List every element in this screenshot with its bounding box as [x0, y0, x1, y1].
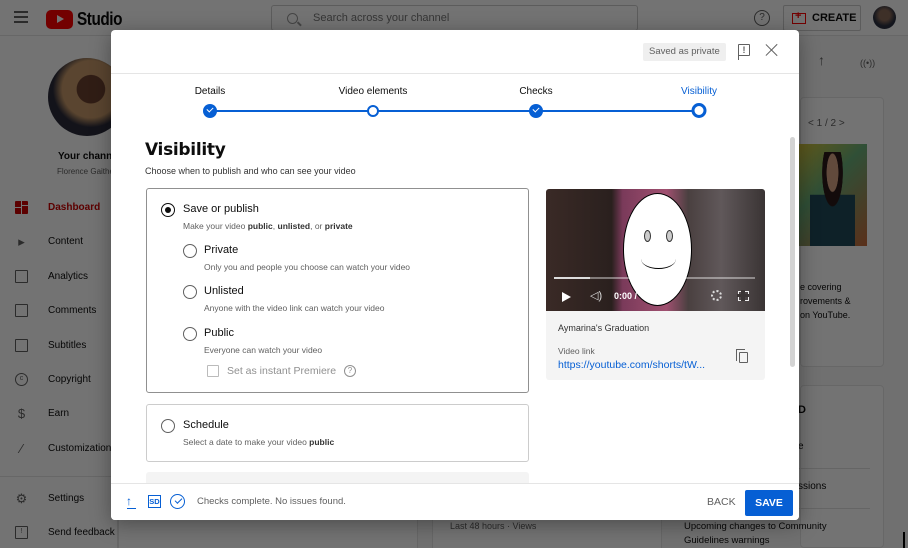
- save-or-publish-desc: Make your video public, unlisted, or pri…: [183, 221, 353, 231]
- checks-status: Checks complete. No issues found.: [197, 496, 346, 507]
- video-player[interactable]: ◁) 0:00 /: [546, 189, 765, 311]
- next-section-box: [146, 472, 529, 483]
- unlisted-desc: Anyone with the video link can watch you…: [204, 303, 385, 313]
- content-scrollbar[interactable]: [790, 137, 795, 367]
- save-or-publish-box: Save or publish Make your video public, …: [146, 188, 529, 393]
- fullscreen-icon[interactable]: [737, 290, 749, 301]
- upload-dialog: Saved as private ! Details Video element…: [111, 30, 799, 520]
- dialog-footer: ↑ SD Checks complete. No issues found. B…: [111, 483, 799, 520]
- save-or-publish-title: Save or publish: [183, 203, 259, 215]
- video-progress-fill: [554, 277, 591, 279]
- settings-gear-icon[interactable]: [711, 290, 722, 301]
- video-progress-bar[interactable]: [554, 277, 755, 279]
- smile: [641, 249, 676, 269]
- page-subtitle: Choose when to publish and who can see y…: [145, 166, 356, 176]
- saved-status-badge: Saved as private: [643, 43, 726, 61]
- schedule-radio[interactable]: [161, 419, 175, 433]
- play-icon[interactable]: [562, 292, 571, 302]
- step-details-check-icon[interactable]: [203, 104, 217, 118]
- private-radio[interactable]: [183, 244, 197, 258]
- step-video-elements-dot[interactable]: [367, 105, 379, 117]
- step-checks-label[interactable]: Checks: [519, 86, 552, 97]
- page-title: Visibility: [145, 140, 226, 160]
- private-title: Private: [204, 244, 239, 256]
- step-video-elements-label[interactable]: Video elements: [339, 86, 408, 97]
- text-cursor: [903, 532, 905, 548]
- dialog-header: Saved as private !: [111, 30, 799, 74]
- volume-icon[interactable]: ◁): [590, 289, 602, 302]
- upload-progress-icon[interactable]: ↑: [126, 494, 136, 509]
- left-eye: [644, 230, 651, 242]
- schedule-box: Schedule Select a date to make your vide…: [146, 404, 529, 462]
- unlisted-title: Unlisted: [204, 285, 244, 297]
- public-desc: Everyone can watch your video: [204, 345, 323, 355]
- dialog-content: Visibility Choose when to publish and wh…: [111, 124, 799, 483]
- report-feedback-icon[interactable]: !: [738, 44, 750, 60]
- video-title: Aymarina's Graduation: [558, 323, 650, 333]
- video-link-label: Video link: [558, 346, 595, 356]
- face-redaction-overlay: [623, 193, 692, 306]
- step-visibility-label[interactable]: Visibility: [681, 86, 717, 97]
- instant-premiere-checkbox[interactable]: [207, 365, 219, 377]
- step-visibility-dot[interactable]: [691, 103, 707, 118]
- checks-complete-icon[interactable]: [170, 494, 185, 509]
- upload-stepper: Details Video elements Checks Visibility: [111, 74, 799, 124]
- save-button[interactable]: SAVE: [745, 490, 793, 516]
- instant-premiere-label: Set as instant Premiere: [227, 365, 337, 377]
- right-eye: [666, 230, 673, 242]
- stepper-line: [210, 110, 700, 112]
- video-link[interactable]: https://youtube.com/shorts/tW...: [558, 359, 705, 371]
- public-title: Public: [204, 327, 234, 339]
- unlisted-radio[interactable]: [183, 285, 197, 299]
- private-desc: Only you and people you choose can watch…: [204, 262, 411, 272]
- premiere-help-icon[interactable]: ?: [344, 365, 356, 377]
- public-radio[interactable]: [183, 327, 197, 341]
- video-time: 0:00 /: [614, 291, 638, 301]
- save-or-publish-radio[interactable]: [161, 203, 175, 217]
- step-details-label[interactable]: Details: [195, 86, 226, 97]
- step-checks-check-icon[interactable]: [529, 104, 543, 118]
- schedule-desc: Select a date to make your video public: [183, 437, 335, 447]
- schedule-title: Schedule: [183, 419, 229, 431]
- back-button[interactable]: BACK: [701, 490, 742, 515]
- sd-quality-icon[interactable]: SD: [148, 495, 161, 508]
- copy-icon[interactable]: [736, 349, 748, 363]
- close-icon[interactable]: [765, 43, 779, 57]
- video-preview-card: ◁) 0:00 / Aymarina's Graduation Video li…: [546, 189, 765, 380]
